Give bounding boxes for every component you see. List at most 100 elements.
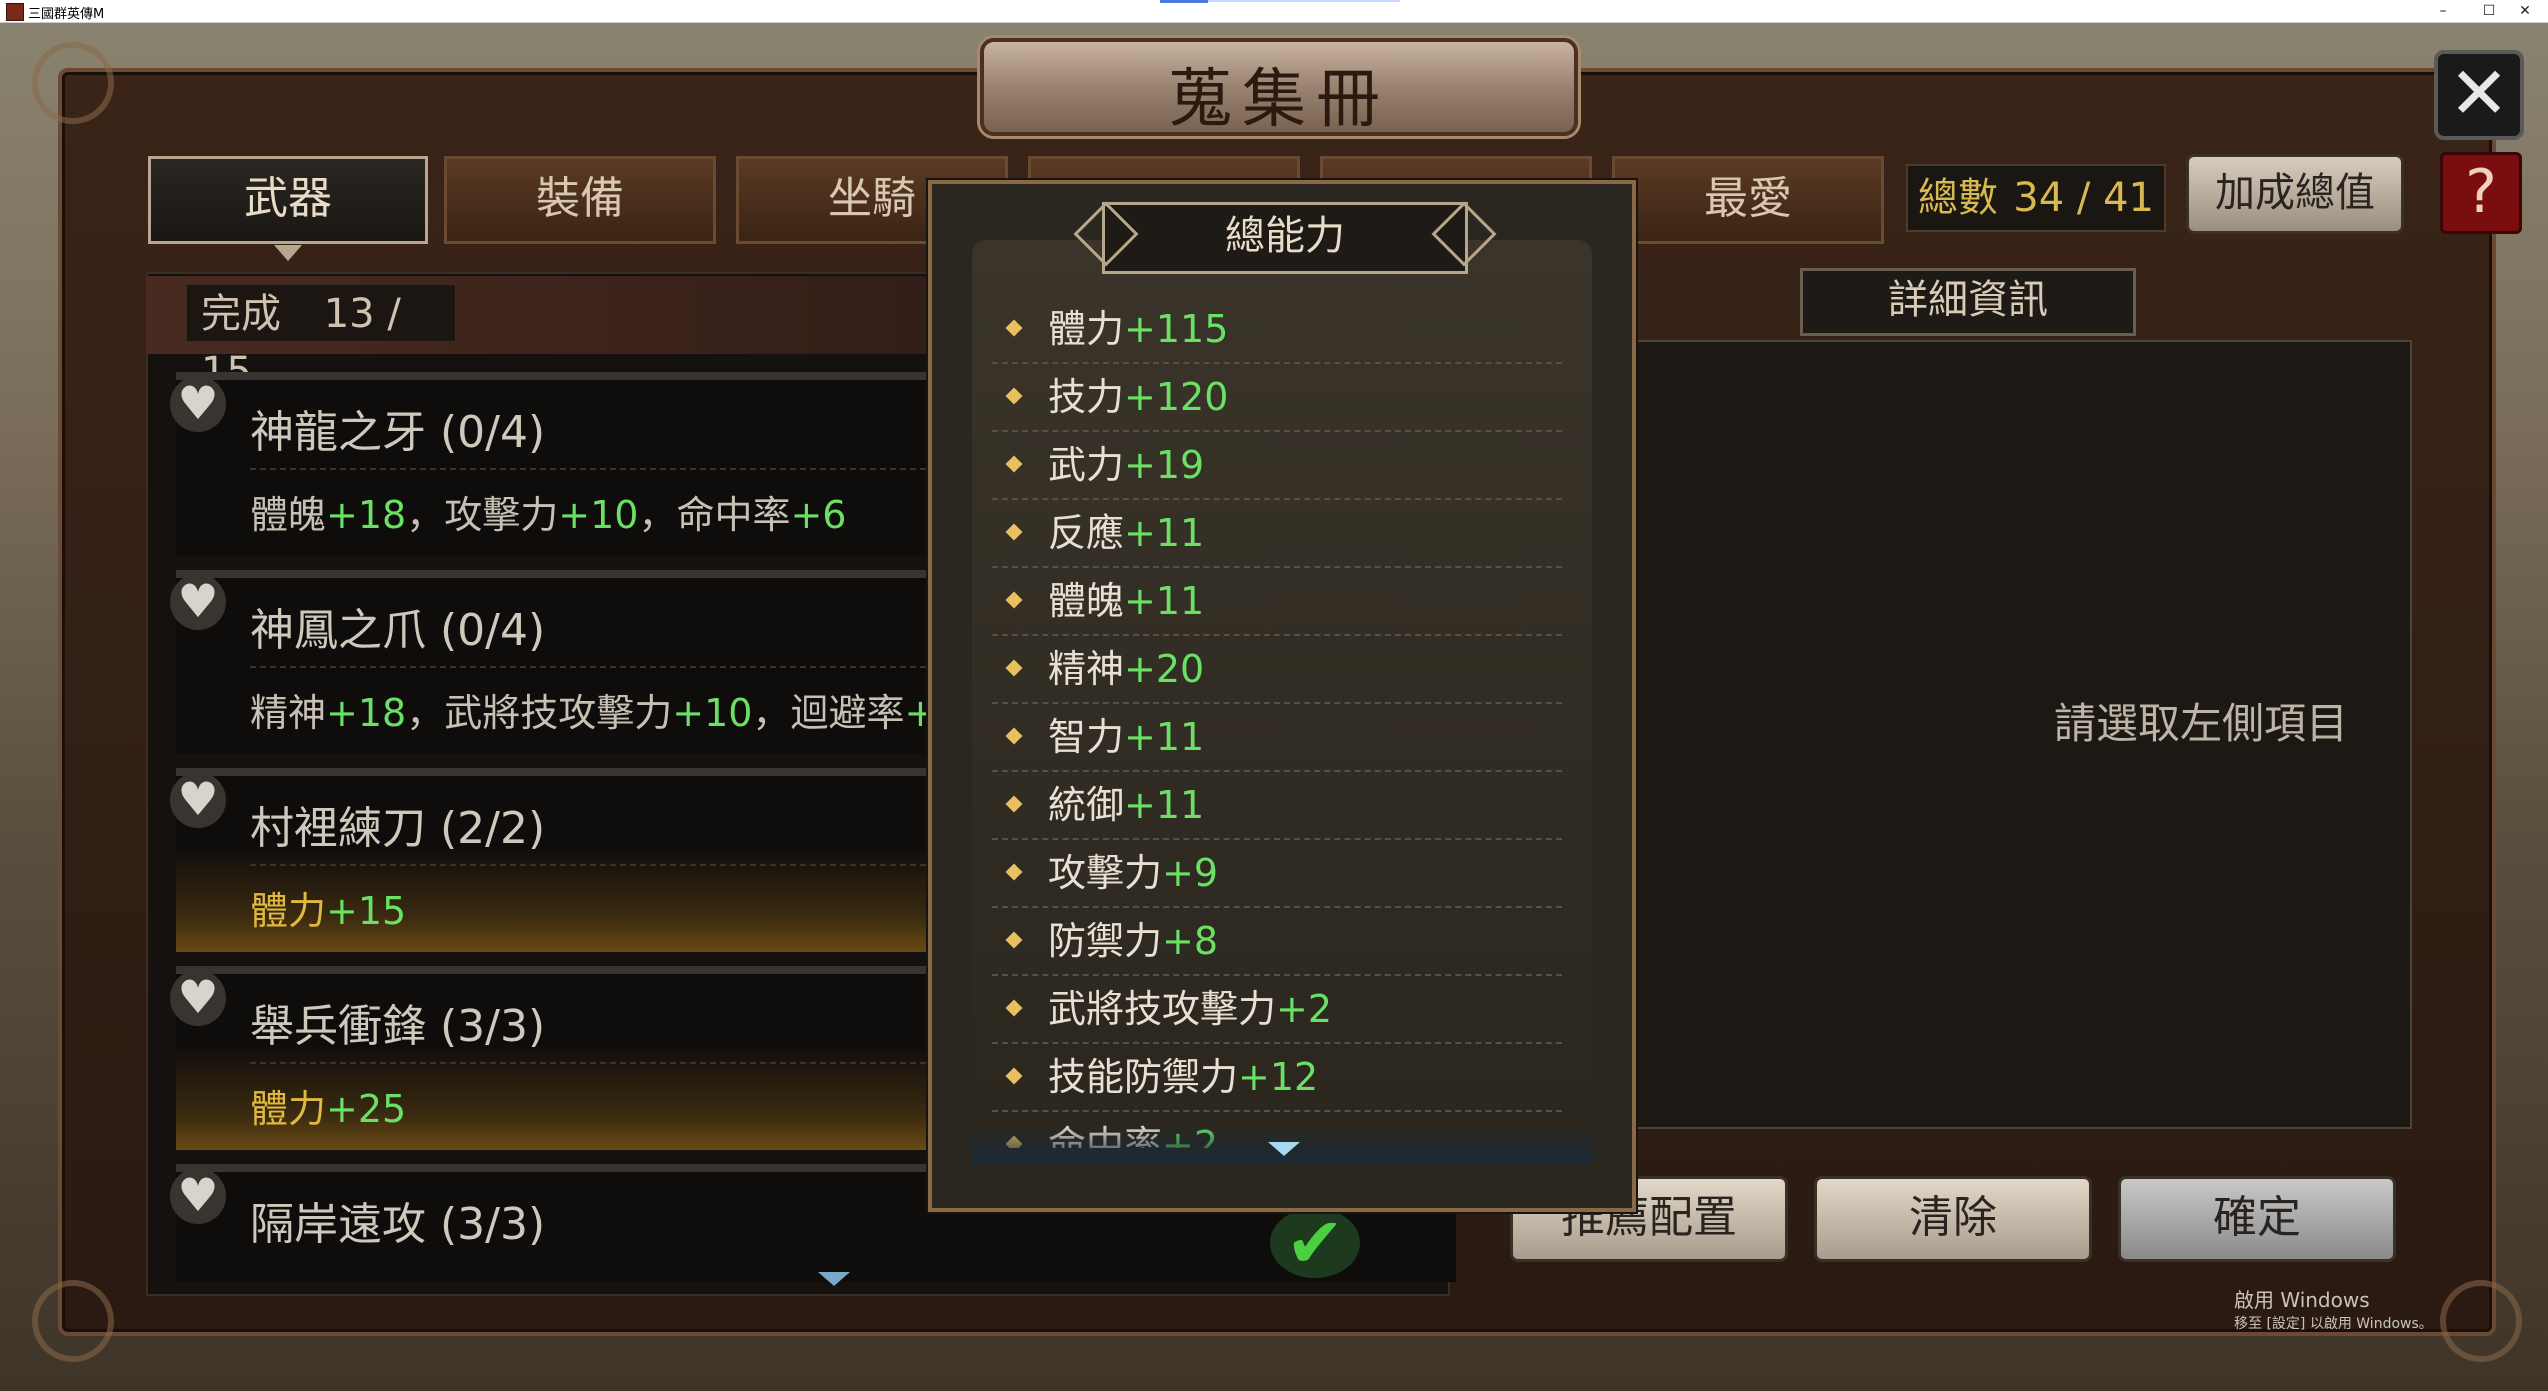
frame-ornament — [2440, 1280, 2522, 1362]
item-effect: 體力+25 — [250, 1087, 407, 1131]
stat-name: 武力 — [1048, 443, 1125, 487]
scroll-down-icon[interactable] — [818, 1272, 850, 1286]
stat-name: 統御 — [1048, 783, 1125, 827]
stat-text: 防禦力+8 — [1048, 908, 1218, 974]
diamond-icon — [1005, 319, 1023, 337]
heart-icon[interactable]: ♥ — [170, 772, 226, 828]
stat-name: 體力 — [1048, 307, 1125, 351]
stat-value: +2 — [1276, 987, 1333, 1031]
heart-icon[interactable]: ♥ — [170, 376, 226, 432]
stat-text: 攻擊力+9 — [1048, 840, 1218, 906]
stat-value: +11 — [1124, 715, 1205, 759]
diamond-icon — [1005, 795, 1023, 813]
stat-text: 技力+120 — [1048, 364, 1228, 430]
heart-icon[interactable]: ♥ — [170, 574, 226, 630]
taskbar-indicator-active — [1160, 0, 1208, 3]
item-name: 舉兵衝鋒 (3/3) — [250, 1001, 546, 1052]
stat-name: 精神 — [1048, 647, 1125, 691]
item-name: 神鳳之爪 (0/4) — [250, 605, 546, 656]
heart-icon[interactable]: ♥ — [170, 1168, 226, 1224]
tab-weapon[interactable]: 武器 — [148, 156, 428, 261]
stat-value: +9 — [1162, 851, 1219, 895]
stat-name: 體魄 — [1048, 579, 1125, 623]
stat-text: 反應+11 — [1048, 500, 1204, 566]
stat-value: +12 — [1238, 1055, 1319, 1099]
stat-name: 武將技攻擊力 — [1048, 987, 1277, 1031]
stat-name: 技力 — [1048, 375, 1125, 419]
stat-row: 攻擊力+9 — [992, 840, 1562, 908]
detail-title: 詳細資訊 — [1800, 268, 2136, 336]
stat-text: 體力+115 — [1048, 296, 1228, 362]
item-effect: 體魄+18，攻擊力+10，命中率+6 — [250, 493, 847, 537]
app-icon — [6, 3, 24, 21]
tab-equipment[interactable]: 裝備 — [444, 156, 716, 244]
window-title: 三國群英傳M — [28, 7, 105, 22]
bonus-total-button[interactable]: 加成總值 — [2186, 154, 2404, 234]
stat-row: 智力+11 — [992, 704, 1562, 772]
stat-row: 武力+19 — [992, 432, 1562, 500]
stat-text: 統御+11 — [1048, 772, 1204, 838]
stat-name: 反應 — [1048, 511, 1125, 555]
clear-button[interactable]: 清除 — [1814, 1176, 2092, 1262]
stat-row: 反應+11 — [992, 500, 1562, 568]
close-icon[interactable]: ✕ — [2434, 50, 2524, 140]
item-name: 隔岸遠攻 (3/3) — [250, 1199, 546, 1250]
stat-name: 智力 — [1048, 715, 1125, 759]
total-label: 總數 — [1918, 175, 1998, 221]
item-name: 村裡練刀 (2/2) — [250, 803, 546, 854]
stat-value: +19 — [1124, 443, 1205, 487]
total-count: 總數 34 / 41 — [1906, 164, 2166, 232]
stat-name: 技能防禦力 — [1048, 1055, 1239, 1099]
stat-text: 武將技攻擊力+2 — [1048, 976, 1332, 1042]
stat-text: 武力+19 — [1048, 432, 1204, 498]
stat-row: 精神+20 — [992, 636, 1562, 704]
stat-row: 防禦力+8 — [992, 908, 1562, 976]
stat-value: +8 — [1162, 919, 1219, 963]
diamond-icon — [1005, 455, 1023, 473]
minimize-button[interactable]: – — [2420, 0, 2466, 22]
popup-title: 總能力 — [1102, 202, 1468, 274]
stat-row: 武將技攻擊力+2 — [992, 976, 1562, 1044]
scroll-down-icon[interactable] — [1268, 1142, 1300, 1156]
frame-ornament — [32, 42, 114, 124]
frame-ornament — [32, 1280, 114, 1362]
diamond-icon — [1005, 931, 1023, 949]
complete-count: 完成 13 / 15 — [186, 284, 456, 395]
stat-row: 技力+120 — [992, 364, 1562, 432]
stat-value: +115 — [1124, 307, 1229, 351]
stat-value: +11 — [1124, 511, 1205, 555]
stat-text: 技能防禦力+12 — [1048, 1044, 1318, 1110]
stat-text: 智力+11 — [1048, 704, 1204, 770]
stat-row: 體魄+11 — [992, 568, 1562, 636]
tab-favorite[interactable]: 最愛 — [1612, 156, 1884, 244]
stat-value: +11 — [1124, 579, 1205, 623]
diamond-icon — [1005, 863, 1023, 881]
stat-text: 精神+20 — [1048, 636, 1204, 702]
total-value: 34 / 41 — [2013, 175, 2154, 221]
stat-value: +20 — [1124, 647, 1205, 691]
diamond-icon — [1005, 1067, 1023, 1085]
help-icon[interactable]: ? — [2440, 152, 2522, 234]
check-icon: ✔ — [1270, 1208, 1360, 1278]
window-title-bar: 三國群英傳M – ☐ ✕ — [0, 0, 2548, 23]
complete-label: 完成 — [201, 291, 281, 337]
stat-text: 體魄+11 — [1048, 568, 1204, 634]
diamond-icon — [1005, 659, 1023, 677]
stat-row: 體力+115 — [992, 296, 1562, 364]
heart-icon[interactable]: ♥ — [170, 970, 226, 1026]
stat-name: 防禦力 — [1048, 919, 1163, 963]
title-plaque: 蒐集冊 — [980, 38, 1578, 137]
diamond-icon — [1005, 727, 1023, 745]
complete-bar: 完成 13 / 15 — [146, 276, 1046, 395]
diamond-icon — [1005, 999, 1023, 1017]
page-title: 蒐集冊 — [1168, 63, 1390, 137]
stat-value: +120 — [1124, 375, 1229, 419]
stat-row: 統御+11 — [992, 772, 1562, 840]
detail-placeholder: 請選取左側項目 — [2053, 699, 2348, 748]
item-effect: 體力+15 — [250, 889, 407, 933]
item-name: 神龍之牙 (0/4) — [250, 407, 546, 458]
stat-name: 攻擊力 — [1048, 851, 1163, 895]
window-close-button[interactable]: ✕ — [2502, 0, 2548, 22]
confirm-button[interactable]: 確定 — [2118, 1176, 2396, 1262]
total-stats-popup: 總能力 體力+115 技力+120 武力+19 反應+11 體魄+11 精神+20 智力+1… — [928, 180, 1636, 1212]
